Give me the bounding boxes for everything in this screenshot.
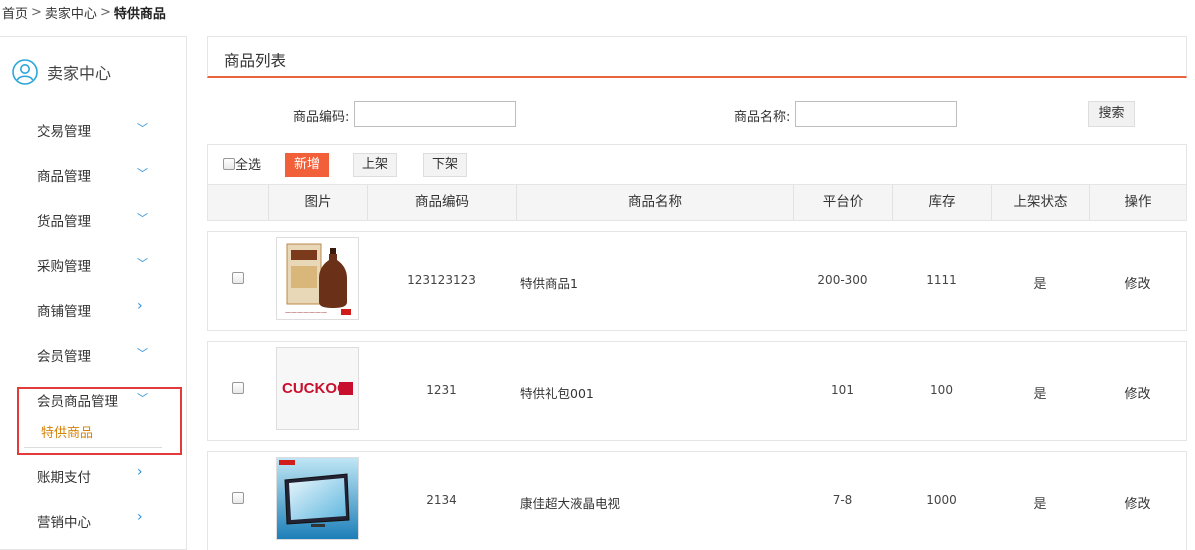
breadcrumb-separator-icon: > — [31, 5, 42, 20]
row-checkbox[interactable] — [232, 272, 244, 284]
product-name-label: 商品名称: — [734, 110, 791, 125]
toolbar: 全选 新增 上架 下架 — [207, 144, 1187, 185]
lcd-tv-image — [276, 457, 359, 540]
cell-price: 101 — [831, 383, 854, 397]
liquor-bottle-icon: ——————— — [277, 238, 358, 319]
search-button[interactable]: 搜索 — [1088, 101, 1135, 127]
header-stock: 库存 — [892, 185, 991, 220]
highlight-annotation-box — [17, 387, 182, 455]
sidebar-item-label: 商铺管理 — [37, 304, 91, 320]
panel-header: 商品列表 — [207, 36, 1187, 78]
cell-code: 123123123 — [407, 273, 476, 287]
sidebar-item-label: 交易管理 — [37, 124, 91, 140]
cell-stock: 100 — [930, 383, 953, 397]
select-all-checkbox[interactable]: 全选 — [223, 154, 261, 173]
sidebar-item-label: 采购管理 — [37, 259, 91, 275]
chevron-down-icon: ﹀ — [137, 347, 148, 360]
sidebar-item-credit-payment[interactable]: 账期支付 › — [37, 464, 157, 486]
header-status: 上架状态 — [991, 185, 1089, 220]
cell-code: 1231 — [426, 383, 457, 397]
cell-stock: 1111 — [926, 273, 957, 287]
sidebar-item-members[interactable]: 会员管理 ﹀ — [37, 345, 157, 365]
edit-link[interactable]: 修改 — [1089, 273, 1186, 292]
edit-link[interactable]: 修改 — [1089, 493, 1186, 512]
sidebar-item-label: 货品管理 — [37, 214, 91, 230]
off-shelf-button[interactable]: 下架 — [423, 153, 467, 177]
select-all-label: 全选 — [235, 158, 262, 173]
header-price: 平台价 — [793, 185, 892, 220]
chevron-down-icon: ﹀ — [137, 122, 148, 135]
chevron-down-icon: ﹀ — [137, 167, 148, 180]
sidebar-item-purchase[interactable]: 采购管理 ﹀ — [37, 255, 157, 275]
sidebar-title: 卖家中心 — [47, 64, 112, 83]
svg-text:CUCKOO: CUCKOO — [282, 380, 349, 397]
header-code: 商品编码 — [367, 185, 516, 220]
sidebar-item-label: 账期支付 — [37, 470, 91, 486]
cell-code: 2134 — [426, 493, 457, 507]
header-name: 商品名称 — [516, 185, 793, 220]
cell-price: 200-300 — [817, 273, 868, 287]
sidebar-item-label: 会员管理 — [37, 349, 91, 365]
table-row: ——————— 123123123 特供商品1 200-300 1111 是 修… — [207, 231, 1187, 331]
lcd-tv-icon — [277, 458, 358, 539]
sidebar-item-shop[interactable]: 商铺管理 › — [37, 298, 157, 320]
chevron-down-icon: ﹀ — [137, 212, 148, 225]
cell-status: 是 — [1033, 277, 1047, 292]
cuckoo-logo-icon: CUCKOO — [277, 348, 358, 429]
on-shelf-button[interactable]: 上架 — [353, 153, 397, 177]
chevron-down-icon: ﹀ — [137, 257, 148, 270]
breadcrumb-separator-icon: > — [99, 5, 111, 20]
breadcrumb-seller-center[interactable]: 卖家中心 — [45, 7, 97, 22]
table-row: 2134 康佳超大液晶电视 7-8 1000 是 修改 — [207, 451, 1187, 550]
table-row: CUCKOO 1231 特供礼包001 101 100 是 修改 — [207, 341, 1187, 441]
sidebar-item-label: 营销中心 — [37, 515, 91, 531]
sidebar-item-label: 商品管理 — [37, 169, 91, 185]
chevron-right-icon: › — [137, 464, 143, 480]
row-checkbox[interactable] — [232, 382, 244, 394]
sidebar-item-products[interactable]: 商品管理 ﹀ — [37, 165, 157, 185]
chevron-right-icon: › — [137, 298, 143, 314]
sidebar: 卖家中心 交易管理 ﹀ 商品管理 ﹀ 货品管理 ﹀ 采购管理 ﹀ 商铺管理 › … — [0, 36, 187, 550]
product-name-input[interactable] — [795, 101, 957, 127]
edit-link[interactable]: 修改 — [1089, 383, 1186, 402]
cuckoo-logo-image: CUCKOO — [276, 347, 359, 430]
header-action: 操作 — [1089, 185, 1186, 220]
breadcrumb: 首页 > 卖家中心 > 特供商品 — [2, 3, 166, 22]
row-checkbox[interactable] — [232, 492, 244, 504]
breadcrumb-home[interactable]: 首页 — [2, 7, 28, 22]
sidebar-item-trade[interactable]: 交易管理 ﹀ — [37, 120, 157, 140]
cell-status: 是 — [1033, 387, 1047, 402]
header-image: 图片 — [268, 185, 367, 220]
cell-name: 特供商品1 — [520, 276, 578, 291]
sidebar-header: 卖家中心 — [12, 59, 111, 85]
sidebar-item-goods[interactable]: 货品管理 ﹀ — [37, 210, 157, 230]
product-code-input[interactable] — [354, 101, 516, 127]
svg-text:———————: ——————— — [285, 309, 327, 316]
liquor-bottle-image: ——————— — [276, 237, 359, 320]
cell-name: 特供礼包001 — [520, 386, 594, 401]
header-checkbox-column — [208, 185, 268, 220]
sidebar-item-marketing[interactable]: 营销中心 › — [37, 509, 157, 531]
main-content: 商品列表 商品编码: 商品名称: 搜索 全选 新增 上架 下架 图片 商品编码 … — [207, 36, 1187, 550]
cell-price: 7-8 — [832, 493, 853, 507]
add-button[interactable]: 新增 — [285, 153, 329, 177]
cell-name: 康佳超大液晶电视 — [520, 496, 621, 511]
user-icon — [12, 59, 38, 85]
cell-stock: 1000 — [926, 493, 957, 507]
table-header: 图片 商品编码 商品名称 平台价 库存 上架状态 操作 — [207, 184, 1187, 221]
product-code-label: 商品编码: — [293, 110, 350, 125]
checkbox-icon — [223, 157, 235, 170]
breadcrumb-current: 特供商品 — [113, 7, 166, 22]
chevron-right-icon: › — [137, 509, 143, 525]
cell-status: 是 — [1033, 497, 1047, 512]
panel-title: 商品列表 — [224, 52, 287, 70]
